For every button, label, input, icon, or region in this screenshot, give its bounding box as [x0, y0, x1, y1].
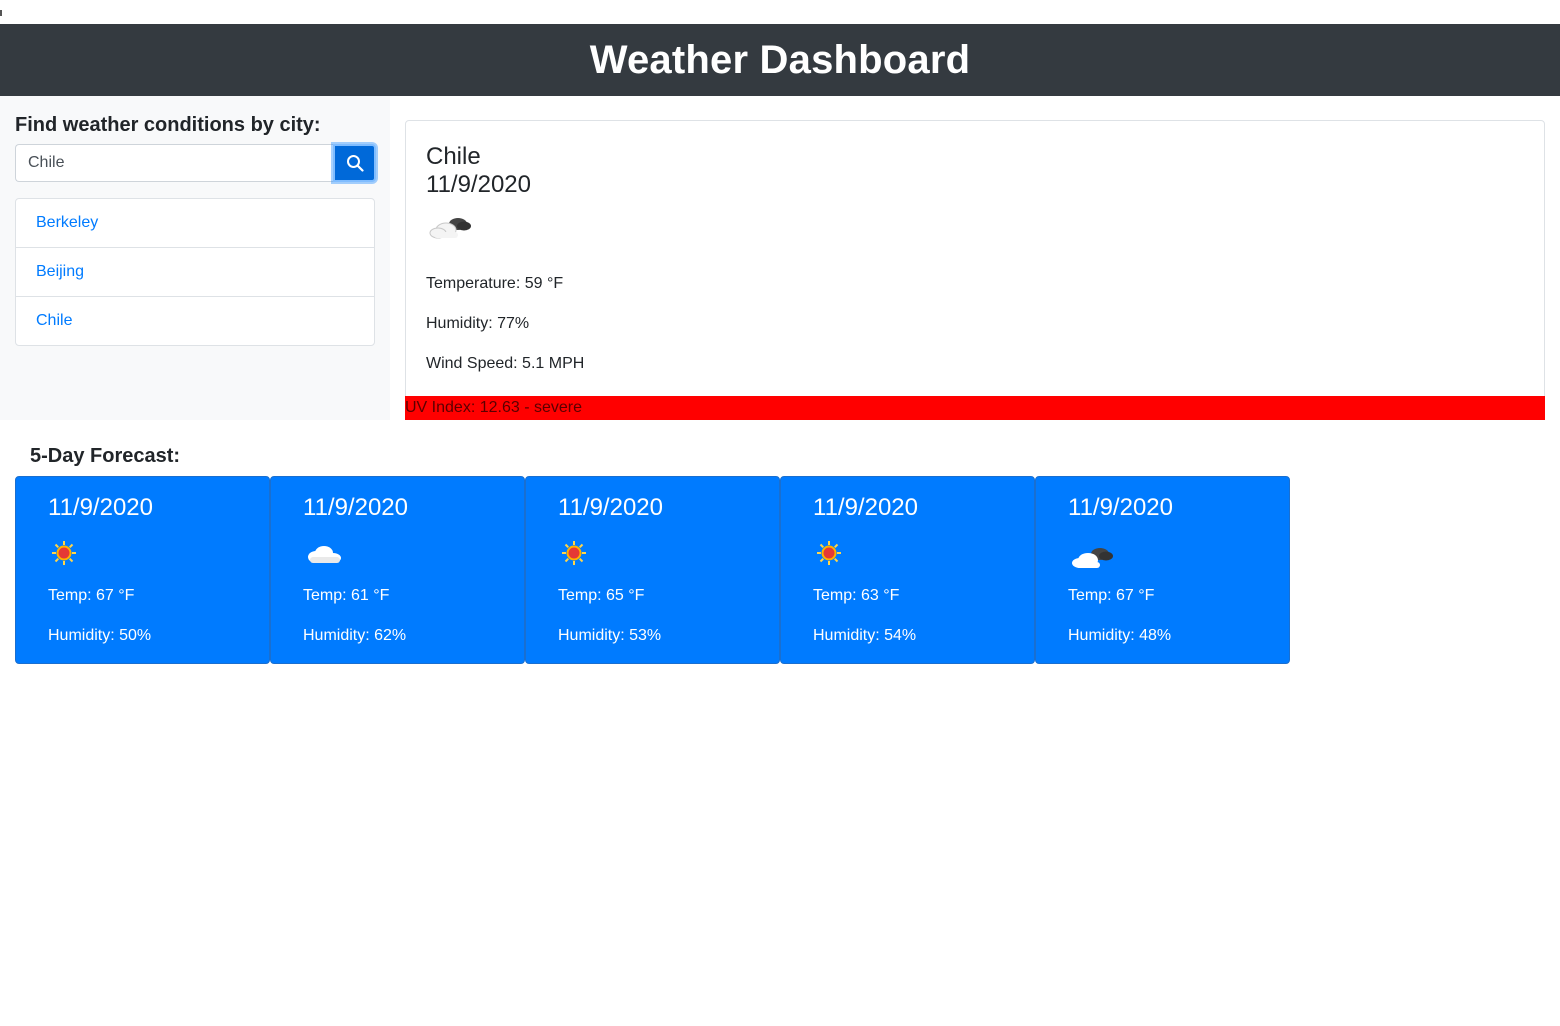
forecast-title: 5-Day Forecast: — [30, 445, 181, 467]
current-humidity: Humidity: 77% — [426, 315, 530, 332]
forecast-humidity: Humidity: 50% — [48, 627, 152, 644]
forecast-card: 11/9/2020 Temp: 67 °F Humidity: 50% — [15, 476, 270, 664]
forecast-temp: Temp: 67 °F — [1068, 587, 1155, 604]
search-icon — [346, 155, 364, 172]
forecast-date: 11/9/2020 — [303, 494, 408, 521]
forecast-humidity: Humidity: 53% — [558, 627, 662, 644]
forecast-temp: Temp: 67 °F — [48, 587, 135, 604]
corner-tick — [0, 10, 2, 16]
page-title: Weather Dashboard — [589, 37, 971, 82]
current-date: 11/9/2020 — [426, 171, 531, 198]
forecast-date: 11/9/2020 — [558, 494, 663, 521]
forecast-date: 11/9/2020 — [48, 494, 153, 521]
cloud-icon — [305, 543, 343, 570]
search-button[interactable] — [333, 144, 376, 182]
uv-index-bar: UV Index: 12.63 - severe — [405, 396, 1545, 420]
current-weather-card: Chile 11/9/2020 Temperature: 59 °F Humid… — [405, 120, 1545, 420]
forecast-card: 11/9/2020 Temp: 67 °F Humidity: 48% — [1035, 476, 1290, 664]
history-item-berkeley[interactable]: Berkeley — [16, 199, 374, 248]
forecast-humidity: Humidity: 48% — [1068, 627, 1172, 644]
forecast-card: 11/9/2020 Temp: 61 °F Humidity: 62% — [270, 476, 525, 664]
sun-icon — [560, 539, 588, 572]
forecast-card: 11/9/2020 Temp: 63 °F Humidity: 54% — [780, 476, 1035, 664]
forecast-humidity: Humidity: 54% — [813, 627, 917, 644]
forecast-temp: Temp: 63 °F — [813, 587, 900, 604]
partly-cloudy-icon — [428, 213, 474, 246]
page-header: Weather Dashboard — [0, 24, 1560, 96]
forecast-humidity: Humidity: 62% — [303, 627, 407, 644]
current-temperature: Temperature: 59 °F — [426, 275, 564, 292]
history-item-chile[interactable]: Chile — [16, 297, 374, 345]
sun-icon — [50, 539, 78, 572]
current-wind-speed: Wind Speed: 5.1 MPH — [426, 355, 585, 372]
forecast-date: 11/9/2020 — [1068, 494, 1173, 521]
forecast-card: 11/9/2020 Temp: 65 °F Humidity: 53% — [525, 476, 780, 664]
sun-icon — [815, 539, 843, 572]
history-item-beijing[interactable]: Beijing — [16, 248, 374, 297]
search-form — [15, 144, 376, 182]
current-city-name: Chile — [426, 143, 481, 170]
search-heading: Find weather conditions by city: — [15, 114, 321, 136]
city-search-input[interactable] — [15, 144, 333, 182]
search-history-list: Berkeley Beijing Chile — [15, 198, 375, 346]
forecast-date: 11/9/2020 — [813, 494, 918, 521]
forecast-temp: Temp: 65 °F — [558, 587, 645, 604]
forecast-temp: Temp: 61 °F — [303, 587, 390, 604]
partly-cloudy-icon — [1070, 543, 1116, 576]
forecast-row: 11/9/2020 Temp: 67 °F Humidity: 50% 11/9… — [15, 476, 1290, 664]
